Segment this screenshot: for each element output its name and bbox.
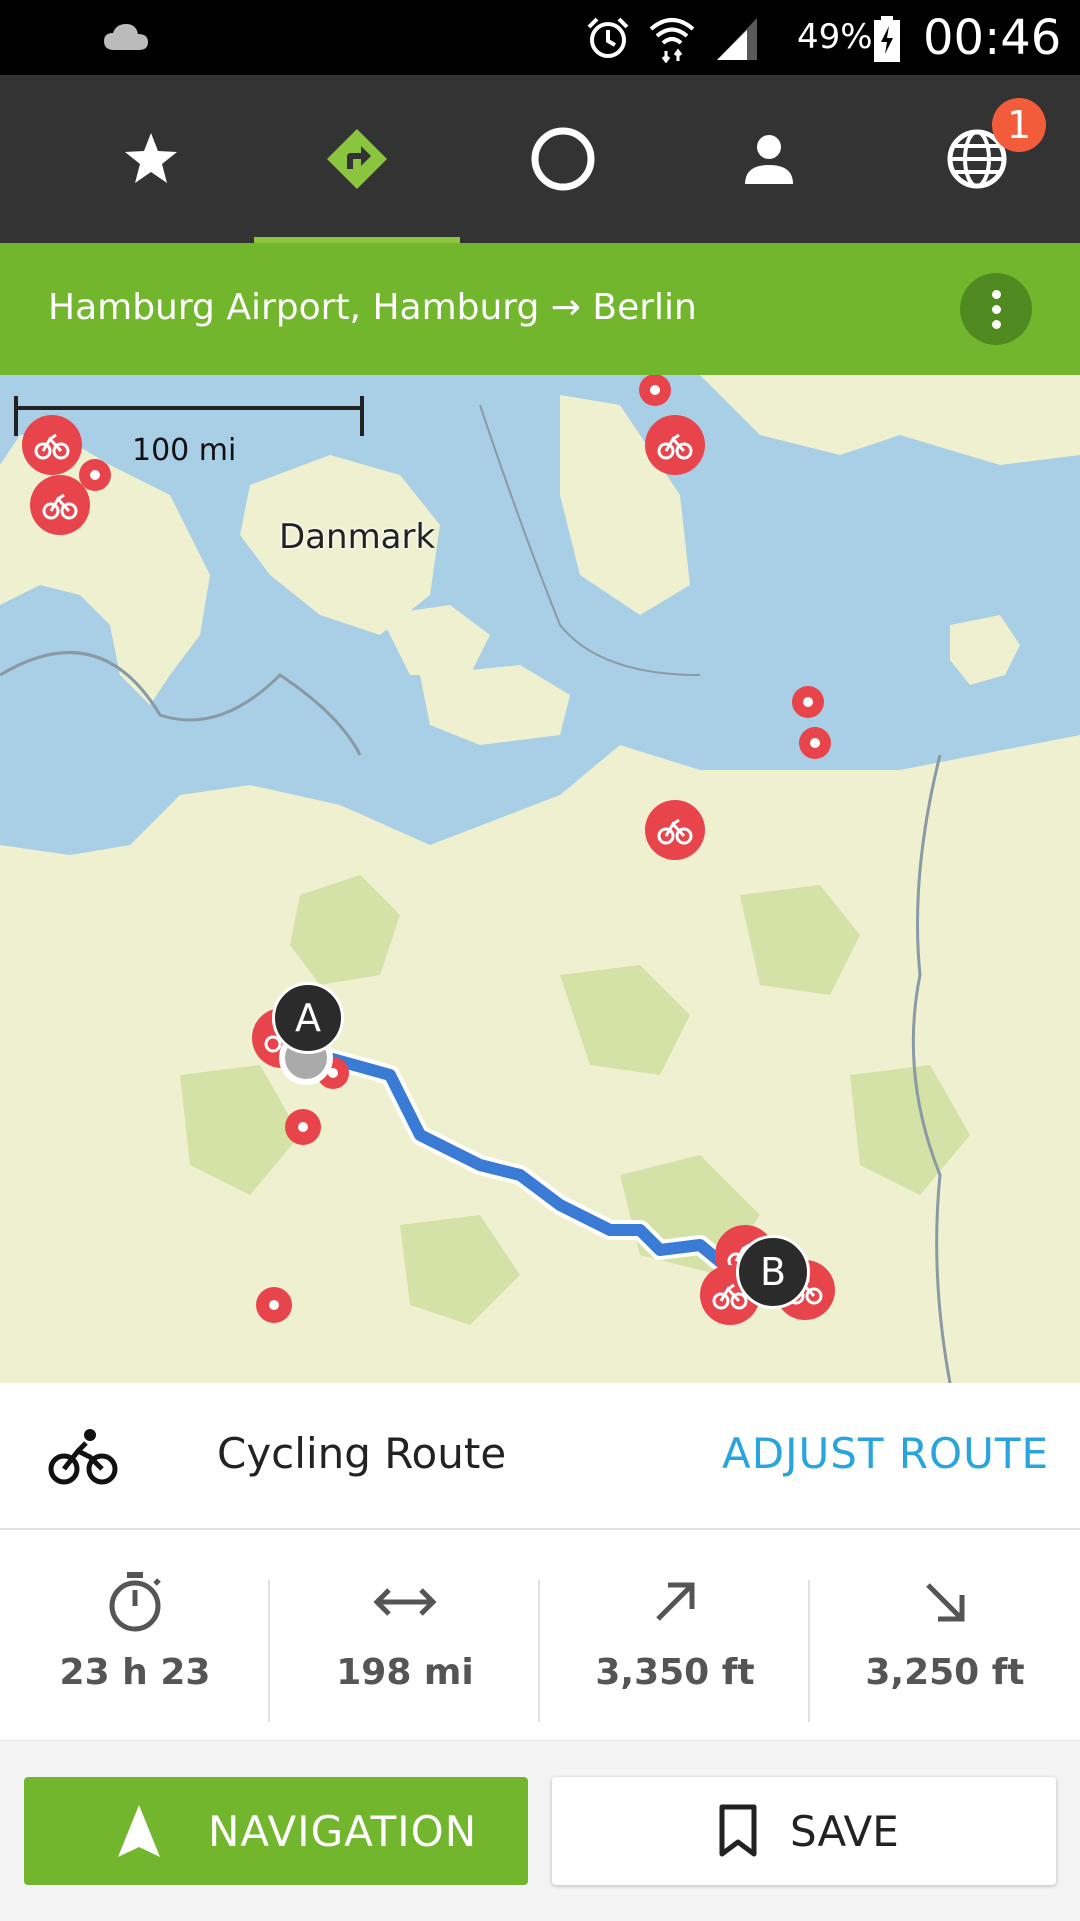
tab-route-planner[interactable] — [254, 75, 460, 243]
more-vert-icon — [991, 289, 1001, 329]
duration-value: 23 h 23 — [59, 1652, 211, 1693]
bicycle-icon — [48, 1429, 118, 1485]
descent-value: 3,250 ft — [865, 1652, 1025, 1693]
save-button-label: SAVE — [790, 1806, 899, 1856]
tab-record[interactable] — [460, 75, 666, 243]
route-icon — [327, 129, 387, 189]
tab-favorites[interactable] — [48, 75, 254, 243]
descent-icon — [926, 1583, 965, 1622]
person-icon — [745, 135, 793, 184]
map-scale-label: 100 mi — [132, 433, 237, 468]
alarm-icon — [587, 17, 629, 58]
navigation-button-label: NAVIGATION — [208, 1806, 478, 1856]
map-canvas — [0, 375, 1080, 1383]
ascent-value: 3,350 ft — [595, 1652, 755, 1693]
start-marker[interactable]: A — [272, 982, 344, 1054]
map-view[interactable]: A B — [0, 375, 1080, 1383]
bookmark-icon — [719, 1804, 757, 1857]
navigation-button[interactable]: NAVIGATION — [24, 1777, 528, 1885]
battery-charging-icon — [874, 16, 900, 62]
distance-icon — [373, 1588, 437, 1616]
stat-ascent: 3,350 ft — [540, 1570, 810, 1720]
distance-value: 198 mi — [336, 1652, 474, 1693]
route-type-label: Cycling Route — [217, 1429, 507, 1478]
save-button[interactable]: SAVE — [552, 1777, 1056, 1885]
status-time: 00:46 — [923, 10, 1062, 66]
tab-profile[interactable] — [666, 75, 872, 243]
map-country-label: Danmark — [279, 517, 436, 557]
route-summary: Cycling Route ADJUST ROUTE — [0, 1383, 1080, 1530]
navigation-arrow-icon — [118, 1805, 160, 1857]
stopwatch-icon — [109, 1572, 161, 1632]
battery-percent: 49% — [797, 17, 873, 57]
notification-badge: 1 — [992, 98, 1046, 152]
cloud-icon — [104, 24, 148, 50]
route-title: Hamburg Airport, Hamburg → Berlin — [48, 287, 697, 328]
action-bar: NAVIGATION SAVE — [0, 1740, 1080, 1921]
circle-icon — [531, 127, 595, 191]
ascent-icon — [656, 1582, 695, 1621]
end-marker[interactable]: B — [736, 1235, 810, 1309]
route-header: Hamburg Airport, Hamburg → Berlin — [0, 243, 1080, 375]
signal-icon — [717, 18, 757, 60]
star-icon — [125, 133, 177, 183]
status-bar: 49% 00:46 — [0, 0, 1080, 75]
top-navigation — [0, 75, 1080, 243]
tab-community[interactable] — [874, 75, 1080, 243]
wifi-icon — [649, 18, 695, 63]
stat-distance: 198 mi — [270, 1570, 540, 1720]
stat-duration: 23 h 23 — [0, 1570, 270, 1720]
route-stats: 23 h 23 198 mi 3,350 ft 3,250 ft — [0, 1530, 1080, 1740]
more-options-button[interactable] — [960, 273, 1032, 345]
adjust-route-button[interactable]: ADJUST ROUTE — [722, 1429, 1049, 1478]
stat-descent: 3,250 ft — [810, 1570, 1080, 1720]
